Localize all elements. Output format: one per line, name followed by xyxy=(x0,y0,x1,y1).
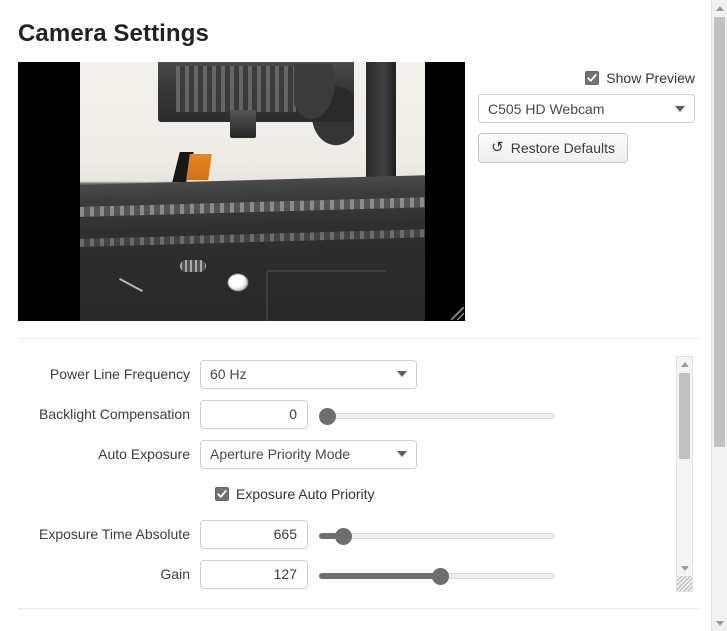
scroll-down-arrow-icon[interactable] xyxy=(677,561,692,576)
setting-row-exposure-time-absolute: Exposure Time Absolute 665 xyxy=(18,514,682,554)
exposure-auto-priority-checkbox-icon[interactable] xyxy=(215,487,229,501)
gain-slider[interactable] xyxy=(319,560,555,589)
restore-defaults-button[interactable]: ↺ Restore Defaults xyxy=(478,133,628,163)
gain-input[interactable]: 127 xyxy=(200,559,308,589)
camera-settings-page: Camera Settings Show Preview C505 HD Web… xyxy=(0,0,727,631)
slider-thumb[interactable] xyxy=(319,407,336,425)
settings-panel-scrollbar[interactable] xyxy=(676,356,693,592)
chevron-down-icon xyxy=(675,105,685,112)
chevron-down-icon xyxy=(397,451,407,457)
camera-device-select[interactable]: C505 HD Webcam xyxy=(478,94,695,123)
backlight-compensation-slider[interactable] xyxy=(319,400,555,429)
page-title: Camera Settings xyxy=(18,20,209,47)
scroll-down-arrow-icon[interactable] xyxy=(712,615,727,631)
exposure-auto-priority-label: Exposure Auto Priority xyxy=(236,486,375,502)
exposure-time-absolute-value: 665 xyxy=(273,526,297,542)
exposure-time-absolute-input[interactable]: 665 xyxy=(200,519,308,549)
divider-top xyxy=(18,338,700,339)
preview-bed-panel-outline xyxy=(266,270,386,321)
slider-thumb[interactable] xyxy=(335,527,352,545)
show-preview-checkbox-icon[interactable] xyxy=(585,71,600,85)
chevron-down-icon xyxy=(397,371,407,377)
setting-label: Exposure Time Absolute xyxy=(39,526,190,542)
show-preview-toggle[interactable]: Show Preview xyxy=(585,70,695,86)
setting-label: Power Line Frequency xyxy=(49,366,190,382)
camera-preview-frame xyxy=(80,62,425,321)
scroll-up-arrow-icon[interactable] xyxy=(712,0,727,16)
page-scrollbar[interactable] xyxy=(711,0,727,631)
backlight-compensation-input[interactable]: 0 xyxy=(200,399,308,429)
power-line-frequency-select[interactable]: 60 Hz xyxy=(200,359,417,389)
slider-track xyxy=(319,412,555,419)
setting-row-exposure-auto-priority: Exposure Auto Priority xyxy=(18,474,682,514)
restore-defaults-label: Restore Defaults xyxy=(510,140,615,156)
preview-printer-gantry-slats xyxy=(176,66,296,112)
exposure-auto-priority-toggle[interactable]: Exposure Auto Priority xyxy=(200,486,375,502)
setting-label: Gain xyxy=(160,566,190,582)
slider-thumb[interactable] xyxy=(432,567,449,585)
backlight-compensation-value: 0 xyxy=(289,406,297,422)
camera-preview-video[interactable] xyxy=(18,62,465,321)
setting-row-backlight-compensation: Backlight Compensation 0 xyxy=(18,394,682,434)
divider-bottom xyxy=(18,608,700,609)
slider-track xyxy=(319,532,555,539)
video-resize-grip-icon[interactable] xyxy=(451,307,464,320)
undo-arrow-icon: ↺ xyxy=(491,138,504,156)
setting-row-gain: Gain 127 xyxy=(18,554,682,592)
gain-value: 127 xyxy=(273,566,297,582)
power-line-frequency-value: 60 Hz xyxy=(210,366,247,382)
preview-bed-knob xyxy=(228,274,248,291)
camera-device-value: C505 HD Webcam xyxy=(488,100,605,117)
auto-exposure-select[interactable]: Aperture Priority Mode xyxy=(200,439,417,469)
setting-row-power-line-frequency: Power Line Frequency 60 Hz xyxy=(18,354,682,394)
preview-bed-spring xyxy=(180,260,206,272)
preview-orange-filament xyxy=(186,154,212,180)
show-preview-label: Show Preview xyxy=(606,70,695,86)
settings-panel: Power Line Frequency 60 Hz Backlight Com… xyxy=(18,354,700,592)
preview-printer-cables xyxy=(294,64,354,150)
slider-fill xyxy=(319,572,441,579)
setting-label: Auto Exposure xyxy=(98,446,190,462)
scroll-up-arrow-icon[interactable] xyxy=(677,357,692,372)
preview-printer-nozzle xyxy=(230,110,256,138)
setting-row-auto-exposure: Auto Exposure Aperture Priority Mode xyxy=(18,434,682,474)
auto-exposure-value: Aperture Priority Mode xyxy=(210,446,351,462)
page-scrollbar-thumb[interactable] xyxy=(714,17,725,447)
exposure-time-absolute-slider[interactable] xyxy=(319,520,555,549)
settings-panel-scrollbar-thumb[interactable] xyxy=(679,373,690,459)
settings-panel-resize-grip-icon[interactable] xyxy=(677,576,692,591)
setting-label: Backlight Compensation xyxy=(39,406,190,422)
